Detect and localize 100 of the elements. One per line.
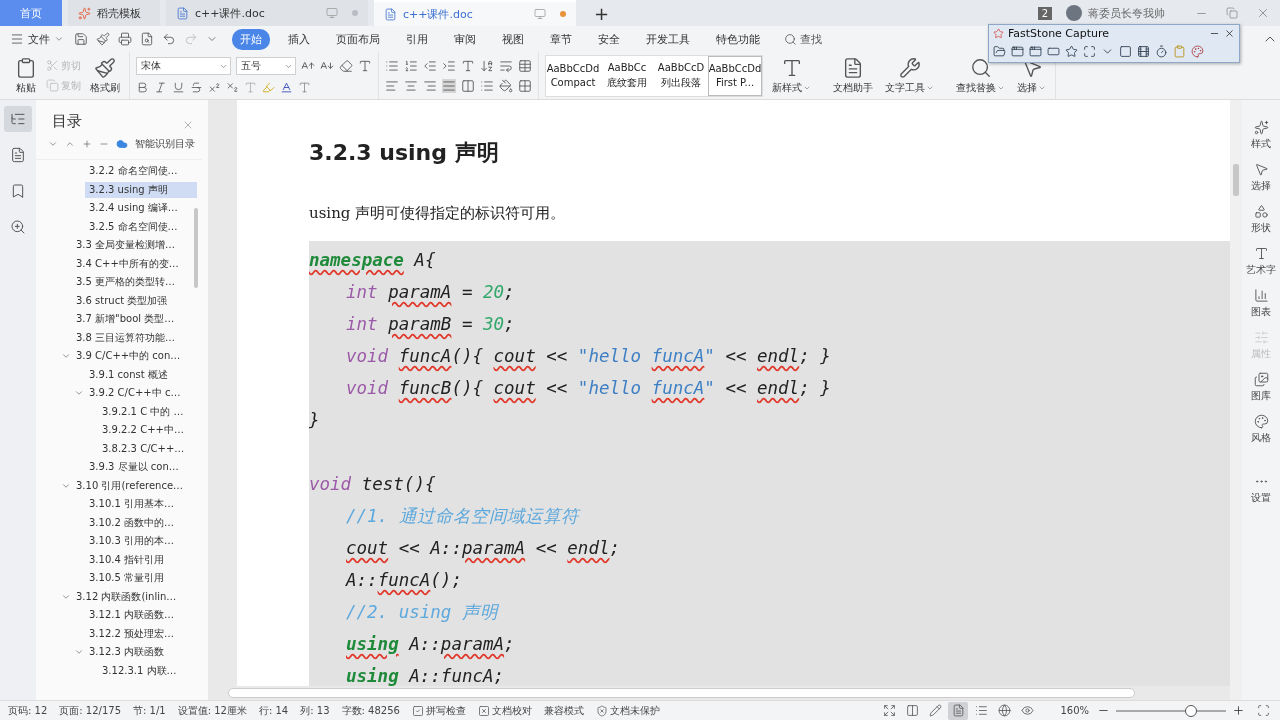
expand-all-icon[interactable] — [48, 139, 58, 149]
side-tool-button[interactable]: 选择 — [1251, 162, 1271, 193]
toc-item[interactable]: 3.12.3.1 内联… — [98, 662, 181, 679]
save-icon[interactable] — [74, 32, 88, 46]
toc-item[interactable]: 3.12.2 预处理宏… — [85, 625, 178, 642]
folder-icon[interactable] — [993, 45, 1006, 58]
strikethrough-icon[interactable] — [190, 81, 203, 94]
toc-item[interactable]: 3.2.3 using 声明 — [85, 181, 197, 198]
eraser-icon[interactable] — [339, 59, 353, 73]
ribbon-tab[interactable]: 审阅 — [446, 28, 484, 50]
ribbon-tab[interactable]: 页面布局 — [328, 28, 388, 50]
align-right-icon[interactable] — [423, 78, 437, 93]
align-left-icon[interactable] — [385, 78, 399, 93]
align-center-icon[interactable] — [404, 78, 418, 93]
ribbon-tab[interactable]: 引用 — [398, 28, 436, 50]
indent-icon[interactable] — [442, 58, 456, 73]
fill-icon[interactable] — [499, 78, 513, 93]
toc-item[interactable]: 3.10.3 引用的本… — [85, 533, 178, 550]
status-button[interactable]: 兼容模式 — [543, 703, 584, 718]
side-tool-button[interactable]: 形状 — [1251, 204, 1271, 235]
italic-icon[interactable] — [154, 81, 167, 94]
restore-icon[interactable] — [1226, 7, 1238, 19]
status-button[interactable]: 文档校对 — [477, 703, 532, 718]
toc-item[interactable]: 3.10 引用(reference… — [72, 477, 188, 494]
caret-icon[interactable] — [54, 34, 64, 44]
ribbon-tab[interactable]: 章节 — [542, 28, 580, 50]
wrap-icon[interactable] — [499, 58, 513, 73]
file-menu[interactable]: 文件 — [10, 31, 64, 47]
font-color-icon[interactable] — [280, 81, 293, 94]
justify-icon[interactable] — [442, 78, 456, 93]
clipboard-icon[interactable] — [1173, 45, 1186, 58]
outdent-icon[interactable] — [423, 58, 437, 73]
side-tool-button[interactable]: 设置 — [1251, 474, 1271, 505]
window-icon[interactable] — [1011, 45, 1024, 58]
smart-toc-link[interactable]: 智能识别目录 — [135, 137, 195, 151]
toc-item[interactable]: 3.2.2 命名空间使… — [85, 163, 182, 180]
ribbon-tab[interactable]: 特色功能 — [708, 28, 768, 50]
toc-item[interactable]: 3.8.2.3 C/C++… — [98, 442, 189, 456]
toc-item[interactable]: 3.12.3 内联函数 — [85, 644, 168, 661]
toc-item[interactable]: 3.10.5 常量引用 — [85, 570, 168, 587]
search-button[interactable]: 查找 — [778, 30, 828, 48]
side-tool-button[interactable]: 图表 — [1251, 288, 1271, 319]
toc-item[interactable]: 3.10.1 引用基本… — [85, 496, 178, 513]
toc-item[interactable]: 3.10.4 指针引用 — [85, 551, 168, 568]
toc-item[interactable]: 3.6 struct 类型加强 — [72, 292, 172, 309]
toc-item[interactable]: 3.9.2 C/C++中 c… — [85, 385, 185, 402]
highlighter-icon[interactable] — [262, 81, 275, 94]
fullscreen-icon[interactable] — [1083, 45, 1096, 58]
close-icon[interactable] — [1224, 27, 1235, 39]
font-field[interactable]: 宋体 — [136, 57, 231, 75]
toc-item[interactable]: 3.7 新增"bool 类型… — [72, 311, 179, 328]
side-tool-button[interactable]: 样式 — [1251, 120, 1271, 151]
tool-button[interactable]: 文字工具 — [882, 54, 937, 97]
search-icon[interactable] — [784, 32, 797, 46]
zoom-level[interactable]: 160% — [1060, 705, 1089, 716]
film-icon[interactable] — [1137, 45, 1150, 58]
ribbon-tab[interactable]: 视图 — [494, 28, 532, 50]
tool-button[interactable]: 文档助手 — [830, 54, 876, 97]
numbering-icon[interactable] — [404, 58, 418, 73]
subscript-icon[interactable] — [226, 81, 239, 94]
format-painter-button[interactable]: 格式刷 — [87, 54, 123, 97]
scrollbar-thumb[interactable] — [228, 688, 1135, 698]
ribbon-tab[interactable]: 安全 — [590, 28, 628, 50]
menu-icon[interactable] — [10, 32, 24, 46]
palette-icon[interactable] — [1191, 45, 1204, 58]
preview-icon[interactable] — [140, 32, 154, 46]
cloud-icon[interactable] — [116, 138, 128, 150]
toc-item[interactable]: 3.3 全局变量检测增… — [72, 237, 180, 254]
slider-thumb[interactable] — [1184, 704, 1197, 717]
toc-item[interactable]: 3.5 更严格的类型转… — [72, 274, 180, 291]
monitor-icon[interactable] — [534, 8, 546, 20]
status-button[interactable]: 文档未保护 — [595, 703, 660, 718]
bold-icon[interactable] — [136, 81, 149, 94]
side-tool-button[interactable]: 图库 — [1251, 372, 1271, 403]
toc-item[interactable]: 3.8 三目运算符功能… — [72, 329, 180, 346]
underline-icon[interactable] — [172, 81, 185, 94]
style-preset[interactable]: AaBbCcDd First P... — [708, 55, 762, 96]
side-tool-button[interactable]: 艺术字 — [1246, 246, 1276, 277]
collapse-all-icon[interactable] — [65, 139, 75, 149]
notification-badge[interactable]: 2 — [1037, 6, 1052, 20]
toc-tab-button[interactable] — [4, 106, 32, 132]
rectangle-icon[interactable] — [1047, 45, 1060, 58]
superscript-icon[interactable] — [208, 81, 221, 94]
document-icon[interactable] — [384, 7, 397, 21]
tool-button[interactable]: 查找替换 — [953, 54, 1008, 97]
borders-icon[interactable] — [518, 78, 532, 93]
toc-item[interactable]: 3.10.2 函数中的… — [85, 514, 178, 531]
toc-item[interactable]: 3.12 内联函数(inlin… — [72, 588, 181, 605]
document-tab[interactable]: c++课件.doc — [166, 0, 368, 26]
window-icon[interactable] — [1029, 45, 1042, 58]
brush-icon[interactable] — [96, 32, 110, 46]
status-button[interactable]: 拼写检查 — [411, 703, 466, 718]
bullets-icon[interactable] — [385, 58, 399, 73]
table-icon[interactable] — [518, 58, 532, 73]
toc-item[interactable]: 3.9.3 尽量以 con… — [85, 459, 183, 476]
timer-icon[interactable] — [1155, 45, 1168, 58]
line-spacing-icon[interactable] — [480, 78, 494, 93]
scrollbar-thumb[interactable] — [1233, 164, 1239, 196]
toc-item[interactable]: 3.9.2.1 C 中的 … — [98, 403, 188, 420]
paste-button[interactable]: 粘贴 — [12, 54, 40, 97]
